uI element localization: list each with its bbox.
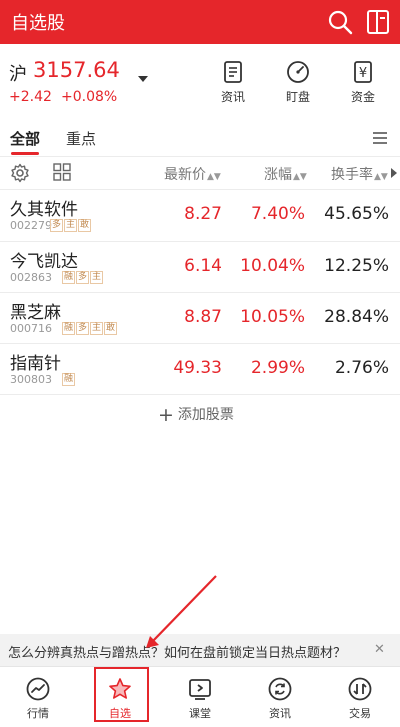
index-change: +2.42	[9, 89, 52, 105]
highlight-box	[94, 667, 149, 722]
stock-price: 6.14	[184, 256, 222, 276]
stock-tag: 主	[90, 322, 104, 335]
stock-name: 指南针	[10, 354, 61, 374]
tabbar-item-classroom[interactable]: 课堂	[170, 677, 230, 721]
index-price[interactable]: 3157.64	[33, 58, 120, 82]
tabbar-label: 资讯	[269, 707, 291, 720]
tab-key[interactable]: 重点	[66, 128, 96, 149]
index-switch-caret-icon[interactable]	[138, 76, 148, 82]
bottom-tabbar: 行情 自选 课堂 资讯 交易	[0, 666, 400, 727]
page-title: 自选股	[11, 13, 65, 34]
stock-price: 8.27	[184, 204, 222, 224]
promo-banner[interactable]: 怎么分辨真热点与蹭热点？如何在盘前锁定当日热点题材？ ✕	[0, 634, 400, 666]
stock-tag: 融	[62, 373, 76, 386]
close-icon[interactable]: ✕	[374, 642, 385, 657]
stock-name: 今飞凯达	[10, 252, 78, 272]
stock-name: 久其软件	[10, 200, 78, 220]
stock-change-pct: 2.99%	[250, 358, 305, 378]
refresh-icon	[268, 677, 292, 701]
sort-arrows-icon: ▲▼	[374, 172, 388, 182]
stock-change-pct: 10.05%	[240, 307, 305, 327]
col-price-label: 最新价	[164, 167, 206, 183]
promo-banner-text[interactable]: 怎么分辨真热点与蹭热点？如何在盘前锁定当日热点题材？	[8, 642, 346, 661]
yuan-icon: ¥	[354, 61, 372, 83]
grid-view-icon[interactable]	[53, 163, 71, 181]
tabbar-item-trade[interactable]: 交易	[330, 677, 390, 721]
app-header: 自选股	[0, 0, 400, 44]
stock-code: 002863	[10, 271, 52, 284]
tab-active-indicator	[11, 152, 39, 155]
stock-tags: 融 多 主 敢	[62, 322, 118, 335]
stock-turnover: 2.76%	[334, 358, 389, 378]
sort-turnover[interactable]: 换手率▲▼	[331, 164, 388, 184]
stock-turnover: 28.84%	[324, 307, 389, 327]
table-row[interactable]: 黑芝麻 000716 融 多 主 敢 8.87 10.05% 28.84%	[0, 293, 400, 344]
stock-tag: 敢	[104, 322, 118, 335]
tabbar-label: 课堂	[189, 707, 211, 720]
tabbar-item-news[interactable]: 资讯	[250, 677, 310, 721]
stock-tag: 主	[64, 219, 78, 232]
stock-tag: 融	[62, 322, 76, 335]
tabbar-item-market[interactable]: 行情	[8, 677, 68, 721]
stock-code: 002279	[10, 219, 52, 232]
tabbar-label: 交易	[349, 707, 371, 720]
stock-code: 000716	[10, 322, 52, 335]
scroll-right-arrow-icon[interactable]	[391, 168, 397, 178]
index-name[interactable]: 沪	[9, 60, 27, 86]
stock-code: 300803	[10, 373, 52, 386]
stock-turnover: 12.25%	[324, 256, 389, 276]
quick-watch-button[interactable]: 盯盘	[273, 60, 323, 105]
tabs-divider	[0, 156, 400, 157]
stock-change-pct: 10.04%	[240, 256, 305, 276]
stock-tag: 多	[76, 322, 90, 335]
tabbar-label: 行情	[27, 707, 49, 720]
stock-tag: 多	[76, 271, 90, 284]
stock-tags: 融 多 主	[62, 271, 104, 284]
plus-icon: +	[158, 404, 174, 426]
play-icon	[189, 679, 211, 700]
trade-icon	[348, 677, 372, 701]
stock-tags: 融	[62, 373, 76, 386]
table-row[interactable]: 今飞凯达 002863 融 多 主 6.14 10.04% 12.25%	[0, 242, 400, 293]
tab-all[interactable]: 全部	[10, 128, 40, 149]
stock-tag: 敢	[78, 219, 92, 232]
sort-latest-price[interactable]: 最新价▲▼	[164, 164, 221, 184]
table-row[interactable]: 久其软件 002279 多 主 敢 8.27 7.40% 45.65%	[0, 190, 400, 241]
col-change-label: 涨幅	[264, 167, 292, 183]
stock-name: 黑芝麻	[10, 303, 61, 323]
sort-arrows-icon: ▲▼	[207, 172, 221, 182]
stock-tag: 主	[90, 271, 104, 284]
gauge-icon	[287, 61, 309, 83]
stock-tag: 融	[62, 271, 76, 284]
quick-fund-label: 资金	[350, 90, 375, 104]
trend-icon	[26, 677, 50, 701]
stock-turnover: 45.65%	[324, 204, 389, 224]
col-turnover-label: 换手率	[331, 167, 373, 183]
add-stock-button[interactable]: + 添加股票	[158, 404, 234, 426]
sort-arrows-icon: ▲▼	[293, 172, 307, 182]
quick-watch-label: 盯盘	[285, 90, 310, 104]
stock-change-pct: 7.40%	[250, 204, 305, 224]
menu-icon[interactable]	[372, 131, 388, 145]
add-stock-label: 添加股票	[177, 407, 234, 423]
sort-change-pct[interactable]: 涨幅▲▼	[264, 164, 307, 184]
settings-gear-icon[interactable]	[10, 163, 30, 183]
board-icon[interactable]	[366, 9, 390, 35]
news-icon	[224, 61, 242, 83]
stock-tags: 多 主 敢	[50, 219, 92, 232]
quick-news-button[interactable]: 资讯	[208, 60, 258, 105]
stock-price: 49.33	[173, 358, 222, 378]
row-divider	[0, 394, 400, 395]
table-row[interactable]: 指南针 300803 融 49.33 2.99% 2.76%	[0, 344, 400, 395]
stock-tag: 多	[50, 219, 64, 232]
quick-news-label: 资讯	[220, 90, 245, 104]
stock-price: 8.87	[184, 307, 222, 327]
quick-fund-button[interactable]: ¥ 资金	[338, 60, 388, 105]
search-icon[interactable]	[327, 9, 353, 35]
index-change-pct: +0.08%	[61, 89, 118, 105]
svg-text:¥: ¥	[359, 66, 367, 81]
